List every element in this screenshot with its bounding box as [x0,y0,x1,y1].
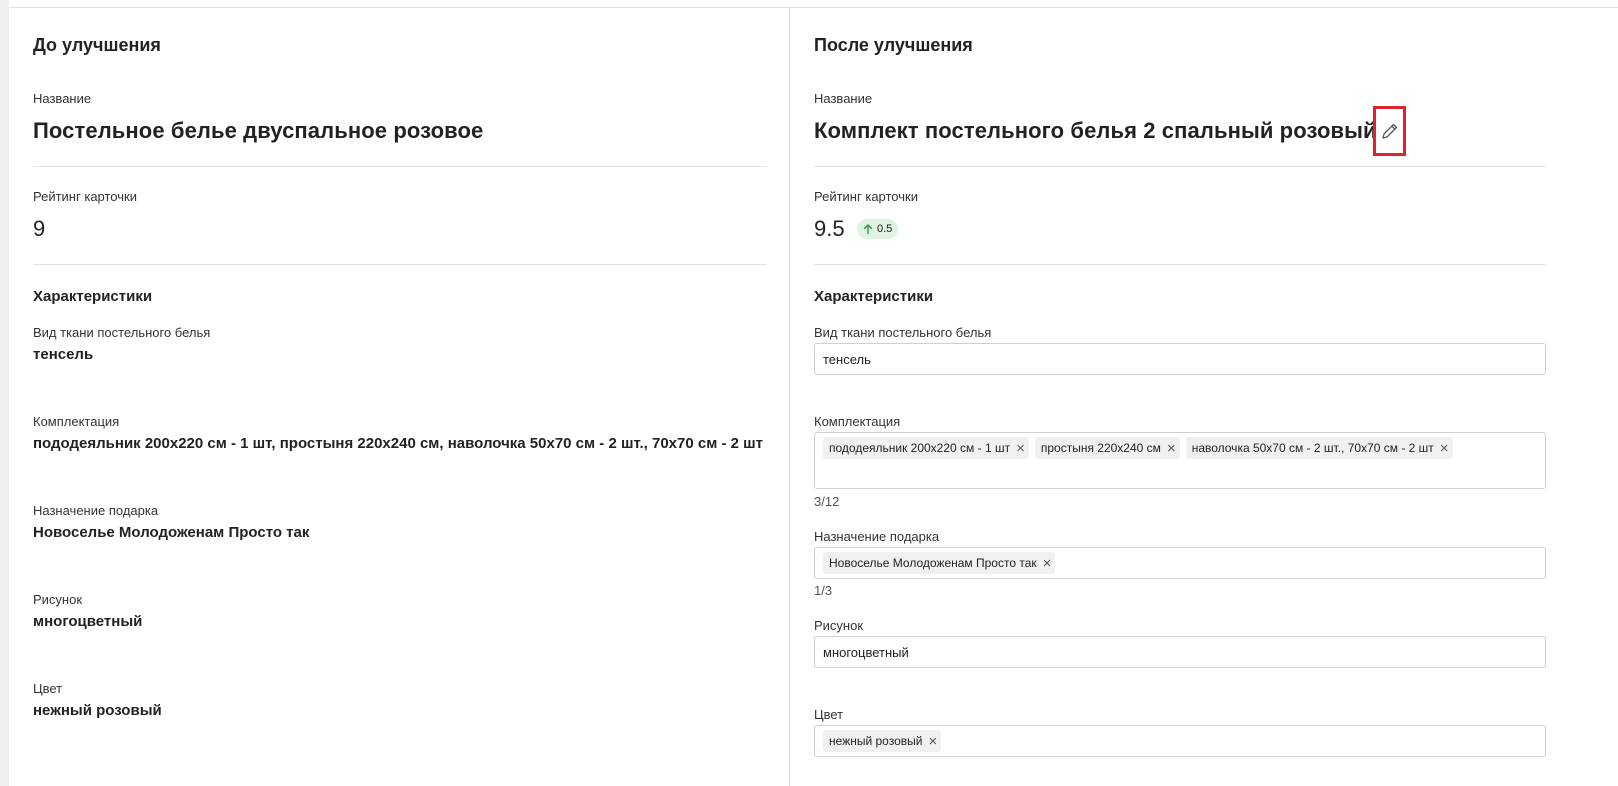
after-heading: После улучшения [814,35,973,55]
before-pattern-label: Рисунок [33,592,83,607]
remove-chip-icon[interactable]: × [1167,441,1176,456]
before-rating-label: Рейтинг карточки [33,189,137,204]
before-name-label: Название [33,91,92,106]
arrow-up-icon [863,224,873,235]
kit-chip: пододеяльник 200х220 см - 1 шт × [823,437,1029,459]
after-fabric-label: Вид ткани постельного белья [814,325,992,340]
color-multiselect[interactable]: нежный розовый × [814,725,1546,757]
after-gift-label: Назначение подарка [814,529,940,544]
after-pattern-label: Рисунок [814,618,864,633]
after-specs-heading: Характеристики [814,288,934,305]
gift-chip-label: Новоселье Молодоженам Просто так [829,556,1037,570]
kit-chip-label: простыня 220х240 см [1040,441,1161,455]
color-chips: нежный розовый × [823,730,942,752]
after-rating-value: 9.5 [814,216,845,241]
after-name-value[interactable]: Комплект постельного белья 2 спальный ро… [814,118,1377,144]
color-chip-label: нежный розовый [829,734,923,748]
kit-chip-label: пододеяльник 200х220 см - 1 шт [829,441,1011,455]
divider [814,264,1545,265]
divider [33,166,767,167]
before-gift-value: Новоселье Молодоженам Просто так [33,524,310,541]
before-kit-label: Комплектация [33,414,120,429]
kit-multiselect[interactable]: пододеяльник 200х220 см - 1 шт × простыня… [814,432,1546,489]
top-bar [9,0,1618,8]
edit-name-button[interactable] [1373,106,1406,156]
kit-chip-label: наволочка 50х70 см - 2 шт., 70х70 см - 2… [1191,441,1434,455]
before-panel: До улучшения Название Постельное белье д… [9,8,790,786]
before-kit-value: пододеяльник 200х220 см - 1 шт, простыня… [33,435,763,452]
before-specs-heading: Характеристики [33,288,153,305]
pencil-icon [1381,123,1397,139]
remove-chip-icon[interactable]: × [1043,556,1052,571]
after-kit-label: Комплектация [814,414,901,429]
after-name-label: Название [814,91,873,106]
after-color-label: Цвет [814,707,844,722]
kit-chips: пододеяльник 200х220 см - 1 шт × простыня… [823,437,1453,459]
after-panel: После улучшения Название Комплект постел… [791,8,1618,786]
left-edge-strip [0,0,9,786]
kit-chip: наволочка 50х70 см - 2 шт., 70х70 см - 2… [1185,437,1453,459]
pattern-input-value: многоцветный [823,645,909,660]
gift-multiselect[interactable]: Новоселье Молодоженам Просто так × [814,547,1546,579]
before-fabric-label: Вид ткани постельного белья [33,325,211,340]
gift-chips: Новоселье Молодоженам Просто так × [823,552,1056,574]
before-pattern-value: многоцветный [33,613,143,630]
pattern-input[interactable]: многоцветный [814,636,1546,668]
after-rating-label: Рейтинг карточки [814,189,918,204]
remove-chip-icon[interactable]: × [1440,441,1449,456]
before-heading: До улучшения [33,35,161,55]
before-color-label: Цвет [33,681,63,696]
divider [814,166,1545,167]
remove-chip-icon[interactable]: × [928,734,937,749]
before-color-value: нежный розовый [33,702,162,719]
before-rating-value: 9 [33,216,46,241]
gift-counter: 1/3 [814,583,833,598]
fabric-input[interactable]: тенсель [814,343,1546,375]
kit-chip: простыня 220х240 см × [1034,437,1180,459]
divider [33,264,767,265]
gift-chip: Новоселье Молодоженам Просто так × [823,552,1056,574]
before-gift-label: Назначение подарка [33,503,159,518]
rating-delta-badge: 0.5 [857,219,899,239]
rating-delta-value: 0.5 [877,223,893,235]
remove-chip-icon[interactable]: × [1016,441,1025,456]
color-chip: нежный розовый × [823,730,942,752]
before-name-value: Постельное белье двуспальное розовое [33,118,484,143]
before-fabric-value: тенсель [33,346,94,363]
kit-counter: 3/12 [814,494,840,509]
fabric-input-value: тенсель [823,352,871,367]
